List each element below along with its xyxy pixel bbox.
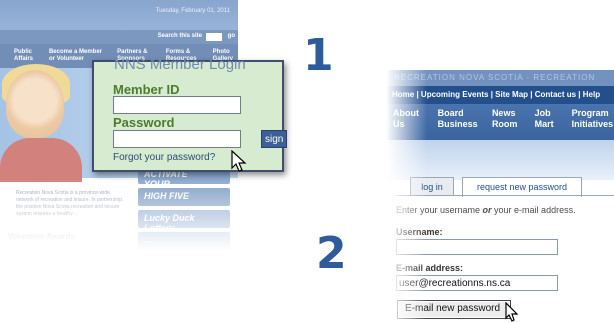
site2-nav: About Us Board Business News Room Job Ma… [386,104,614,140]
tab-divider [396,195,614,196]
nav-item-program-initiatives[interactable]: Program Initiatives [572,108,614,140]
nav-item-news-room[interactable]: News Room [492,108,525,140]
mouse-cursor-icon [231,150,247,172]
email-label: E-mail address: [396,263,464,273]
site-search-bar: Search this site go [0,30,238,44]
instructions-emphasis: or [482,205,492,215]
site2-header: RECREATION NOVA SCOTIA · RECREATION [386,70,614,86]
instructions-post: your e-mail address. [491,205,576,215]
search-label: Search this site [157,33,202,39]
date-text: Tuesday, February 01, 2011 [155,8,230,14]
utility-links[interactable]: Home | Upcoming Events | Site Map | Cont… [386,86,614,104]
site2-banner [386,140,614,180]
step-number-1: 1 [303,30,334,81]
section-heading: Volunteer Awards [8,232,75,241]
password-reset-page: RECREATION NOVA SCOTIA · RECREATION Home… [386,70,614,322]
nav-item-board-business[interactable]: Board Business [438,108,482,140]
tab-request-new-password[interactable]: request new password [462,177,582,197]
email-input[interactable] [396,275,558,291]
banner-lucky-duck[interactable]: Lucky Duck Lottery [138,210,230,233]
password-label: Password [113,115,175,130]
search-go-button[interactable]: go [228,33,235,39]
banner-more[interactable]: … [138,232,230,250]
site-header: Tuesday, February 01, 2011 [0,0,238,30]
step-number-2: 2 [316,228,347,279]
search-input[interactable] [206,33,222,41]
banner-high-five[interactable]: HIGH FIVE [138,188,230,206]
tab-log-in[interactable]: log in [410,177,454,196]
nav-item-job-mart[interactable]: Job Mart [535,108,562,140]
mouse-cursor-icon-2 [505,302,519,322]
forgot-password-link[interactable]: Forgot your password? [113,152,215,163]
hero-photo-face [6,70,64,138]
instructions-pre: Enter your username [396,205,483,215]
instructions-text: Enter your username or your e-mail addre… [396,205,576,215]
site2-header-text: RECREATION NOVA SCOTIA · RECREATION [394,73,596,82]
hero-photo-shirt [0,138,82,182]
member-login-card: NNS Member Login Member ID Password sign… [92,56,287,172]
nav-item-about-us[interactable]: About Us [393,108,428,140]
username-label: Username: [396,227,443,237]
nav-item-public-affairs[interactable]: Public Affairs [14,49,39,63]
password-input[interactable] [113,130,241,148]
member-id-label: Member ID [113,82,180,97]
body-text: Recreation Nova Scotia is a province-wid… [16,190,124,217]
member-id-input[interactable] [113,96,241,114]
username-input[interactable] [396,239,558,255]
sign-in-button[interactable]: sign [261,130,287,148]
login-title: NNS Member Login [114,56,246,73]
email-new-password-button[interactable]: E-mail new password [397,300,511,319]
